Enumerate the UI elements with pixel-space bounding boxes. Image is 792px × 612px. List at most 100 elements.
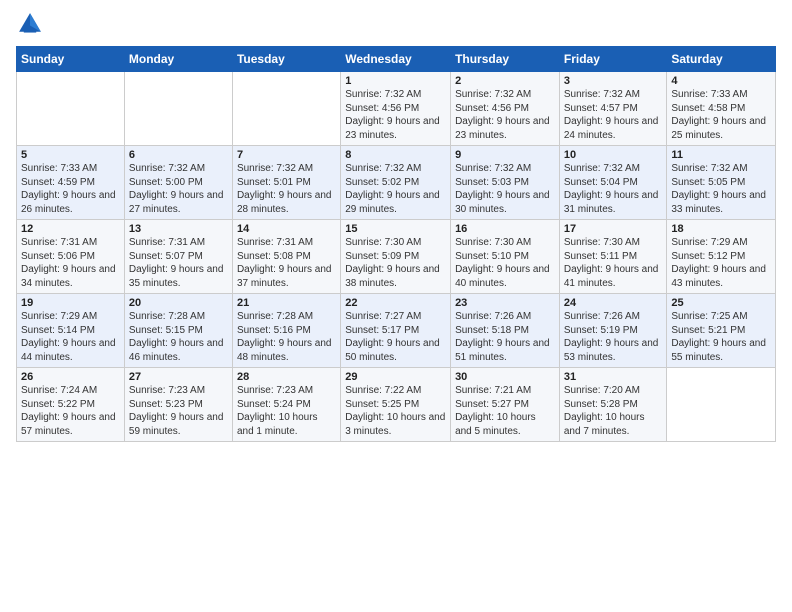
day-info: Sunrise: 7:28 AM Sunset: 5:16 PM Dayligh… bbox=[237, 310, 336, 364]
calendar-cell: 29Sunrise: 7:22 AM Sunset: 5:25 PM Dayli… bbox=[341, 368, 451, 442]
day-info: Sunrise: 7:20 AM Sunset: 5:28 PM Dayligh… bbox=[564, 384, 663, 438]
day-info: Sunrise: 7:32 AM Sunset: 4:56 PM Dayligh… bbox=[455, 88, 555, 142]
calendar-cell: 9Sunrise: 7:32 AM Sunset: 5:03 PM Daylig… bbox=[451, 146, 560, 220]
day-number: 17 bbox=[564, 223, 663, 235]
day-info: Sunrise: 7:28 AM Sunset: 5:15 PM Dayligh… bbox=[129, 310, 228, 364]
calendar-week-5: 26Sunrise: 7:24 AM Sunset: 5:22 PM Dayli… bbox=[17, 368, 776, 442]
day-number: 27 bbox=[129, 371, 228, 383]
calendar-cell: 19Sunrise: 7:29 AM Sunset: 5:14 PM Dayli… bbox=[17, 294, 125, 368]
calendar-week-2: 5Sunrise: 7:33 AM Sunset: 4:59 PM Daylig… bbox=[17, 146, 776, 220]
day-info: Sunrise: 7:32 AM Sunset: 4:56 PM Dayligh… bbox=[345, 88, 446, 142]
day-info: Sunrise: 7:33 AM Sunset: 4:59 PM Dayligh… bbox=[21, 162, 120, 216]
day-number: 6 bbox=[129, 149, 228, 161]
day-number: 11 bbox=[671, 149, 771, 161]
day-number: 7 bbox=[237, 149, 336, 161]
calendar-cell: 4Sunrise: 7:33 AM Sunset: 4:58 PM Daylig… bbox=[667, 72, 776, 146]
day-number: 14 bbox=[237, 223, 336, 235]
calendar-cell: 15Sunrise: 7:30 AM Sunset: 5:09 PM Dayli… bbox=[341, 220, 451, 294]
calendar-cell: 14Sunrise: 7:31 AM Sunset: 5:08 PM Dayli… bbox=[232, 220, 340, 294]
day-info: Sunrise: 7:26 AM Sunset: 5:19 PM Dayligh… bbox=[564, 310, 663, 364]
weekday-header-thursday: Thursday bbox=[451, 47, 560, 72]
day-number: 20 bbox=[129, 297, 228, 309]
day-info: Sunrise: 7:31 AM Sunset: 5:08 PM Dayligh… bbox=[237, 236, 336, 290]
day-info: Sunrise: 7:29 AM Sunset: 5:14 PM Dayligh… bbox=[21, 310, 120, 364]
calendar-cell: 25Sunrise: 7:25 AM Sunset: 5:21 PM Dayli… bbox=[667, 294, 776, 368]
day-info: Sunrise: 7:30 AM Sunset: 5:11 PM Dayligh… bbox=[564, 236, 663, 290]
day-info: Sunrise: 7:32 AM Sunset: 5:01 PM Dayligh… bbox=[237, 162, 336, 216]
day-number: 13 bbox=[129, 223, 228, 235]
day-info: Sunrise: 7:23 AM Sunset: 5:23 PM Dayligh… bbox=[129, 384, 228, 438]
calendar-cell: 21Sunrise: 7:28 AM Sunset: 5:16 PM Dayli… bbox=[232, 294, 340, 368]
day-info: Sunrise: 7:30 AM Sunset: 5:10 PM Dayligh… bbox=[455, 236, 555, 290]
day-number: 29 bbox=[345, 371, 446, 383]
day-number: 25 bbox=[671, 297, 771, 309]
day-info: Sunrise: 7:32 AM Sunset: 5:00 PM Dayligh… bbox=[129, 162, 228, 216]
day-info: Sunrise: 7:24 AM Sunset: 5:22 PM Dayligh… bbox=[21, 384, 120, 438]
calendar-cell: 2Sunrise: 7:32 AM Sunset: 4:56 PM Daylig… bbox=[451, 72, 560, 146]
logo bbox=[16, 10, 48, 38]
day-number: 16 bbox=[455, 223, 555, 235]
day-info: Sunrise: 7:27 AM Sunset: 5:17 PM Dayligh… bbox=[345, 310, 446, 364]
day-info: Sunrise: 7:32 AM Sunset: 5:02 PM Dayligh… bbox=[345, 162, 446, 216]
page: SundayMondayTuesdayWednesdayThursdayFrid… bbox=[0, 0, 792, 612]
calendar-cell: 28Sunrise: 7:23 AM Sunset: 5:24 PM Dayli… bbox=[232, 368, 340, 442]
day-number: 23 bbox=[455, 297, 555, 309]
day-number: 18 bbox=[671, 223, 771, 235]
day-info: Sunrise: 7:22 AM Sunset: 5:25 PM Dayligh… bbox=[345, 384, 446, 438]
day-number: 15 bbox=[345, 223, 446, 235]
calendar-week-3: 12Sunrise: 7:31 AM Sunset: 5:06 PM Dayli… bbox=[17, 220, 776, 294]
day-number: 4 bbox=[671, 75, 771, 87]
day-info: Sunrise: 7:29 AM Sunset: 5:12 PM Dayligh… bbox=[671, 236, 771, 290]
day-number: 26 bbox=[21, 371, 120, 383]
day-number: 22 bbox=[345, 297, 446, 309]
calendar-cell: 13Sunrise: 7:31 AM Sunset: 5:07 PM Dayli… bbox=[124, 220, 232, 294]
calendar-cell: 11Sunrise: 7:32 AM Sunset: 5:05 PM Dayli… bbox=[667, 146, 776, 220]
weekday-header-sunday: Sunday bbox=[17, 47, 125, 72]
calendar-week-4: 19Sunrise: 7:29 AM Sunset: 5:14 PM Dayli… bbox=[17, 294, 776, 368]
day-number: 10 bbox=[564, 149, 663, 161]
day-number: 2 bbox=[455, 75, 555, 87]
calendar-cell: 18Sunrise: 7:29 AM Sunset: 5:12 PM Dayli… bbox=[667, 220, 776, 294]
day-info: Sunrise: 7:32 AM Sunset: 4:57 PM Dayligh… bbox=[564, 88, 663, 142]
day-number: 1 bbox=[345, 75, 446, 87]
day-number: 5 bbox=[21, 149, 120, 161]
calendar-cell: 23Sunrise: 7:26 AM Sunset: 5:18 PM Dayli… bbox=[451, 294, 560, 368]
calendar-cell: 31Sunrise: 7:20 AM Sunset: 5:28 PM Dayli… bbox=[559, 368, 667, 442]
calendar-cell: 26Sunrise: 7:24 AM Sunset: 5:22 PM Dayli… bbox=[17, 368, 125, 442]
day-number: 8 bbox=[345, 149, 446, 161]
calendar-cell: 30Sunrise: 7:21 AM Sunset: 5:27 PM Dayli… bbox=[451, 368, 560, 442]
calendar-cell bbox=[17, 72, 125, 146]
calendar-cell: 8Sunrise: 7:32 AM Sunset: 5:02 PM Daylig… bbox=[341, 146, 451, 220]
calendar-cell: 3Sunrise: 7:32 AM Sunset: 4:57 PM Daylig… bbox=[559, 72, 667, 146]
day-number: 30 bbox=[455, 371, 555, 383]
calendar-cell bbox=[667, 368, 776, 442]
day-number: 24 bbox=[564, 297, 663, 309]
day-info: Sunrise: 7:26 AM Sunset: 5:18 PM Dayligh… bbox=[455, 310, 555, 364]
day-info: Sunrise: 7:32 AM Sunset: 5:04 PM Dayligh… bbox=[564, 162, 663, 216]
weekday-header-row: SundayMondayTuesdayWednesdayThursdayFrid… bbox=[17, 47, 776, 72]
weekday-header-friday: Friday bbox=[559, 47, 667, 72]
calendar-table: SundayMondayTuesdayWednesdayThursdayFrid… bbox=[16, 46, 776, 442]
calendar-week-1: 1Sunrise: 7:32 AM Sunset: 4:56 PM Daylig… bbox=[17, 72, 776, 146]
calendar-cell: 5Sunrise: 7:33 AM Sunset: 4:59 PM Daylig… bbox=[17, 146, 125, 220]
day-info: Sunrise: 7:31 AM Sunset: 5:06 PM Dayligh… bbox=[21, 236, 120, 290]
calendar-cell: 1Sunrise: 7:32 AM Sunset: 4:56 PM Daylig… bbox=[341, 72, 451, 146]
calendar-cell: 22Sunrise: 7:27 AM Sunset: 5:17 PM Dayli… bbox=[341, 294, 451, 368]
calendar-cell: 6Sunrise: 7:32 AM Sunset: 5:00 PM Daylig… bbox=[124, 146, 232, 220]
weekday-header-wednesday: Wednesday bbox=[341, 47, 451, 72]
logo-icon bbox=[16, 10, 44, 38]
weekday-header-monday: Monday bbox=[124, 47, 232, 72]
header bbox=[16, 10, 776, 38]
calendar-cell: 24Sunrise: 7:26 AM Sunset: 5:19 PM Dayli… bbox=[559, 294, 667, 368]
day-number: 12 bbox=[21, 223, 120, 235]
weekday-header-tuesday: Tuesday bbox=[232, 47, 340, 72]
calendar-cell: 17Sunrise: 7:30 AM Sunset: 5:11 PM Dayli… bbox=[559, 220, 667, 294]
calendar-cell: 20Sunrise: 7:28 AM Sunset: 5:15 PM Dayli… bbox=[124, 294, 232, 368]
day-number: 31 bbox=[564, 371, 663, 383]
day-info: Sunrise: 7:32 AM Sunset: 5:03 PM Dayligh… bbox=[455, 162, 555, 216]
day-info: Sunrise: 7:25 AM Sunset: 5:21 PM Dayligh… bbox=[671, 310, 771, 364]
day-info: Sunrise: 7:33 AM Sunset: 4:58 PM Dayligh… bbox=[671, 88, 771, 142]
day-info: Sunrise: 7:32 AM Sunset: 5:05 PM Dayligh… bbox=[671, 162, 771, 216]
day-info: Sunrise: 7:31 AM Sunset: 5:07 PM Dayligh… bbox=[129, 236, 228, 290]
day-info: Sunrise: 7:30 AM Sunset: 5:09 PM Dayligh… bbox=[345, 236, 446, 290]
